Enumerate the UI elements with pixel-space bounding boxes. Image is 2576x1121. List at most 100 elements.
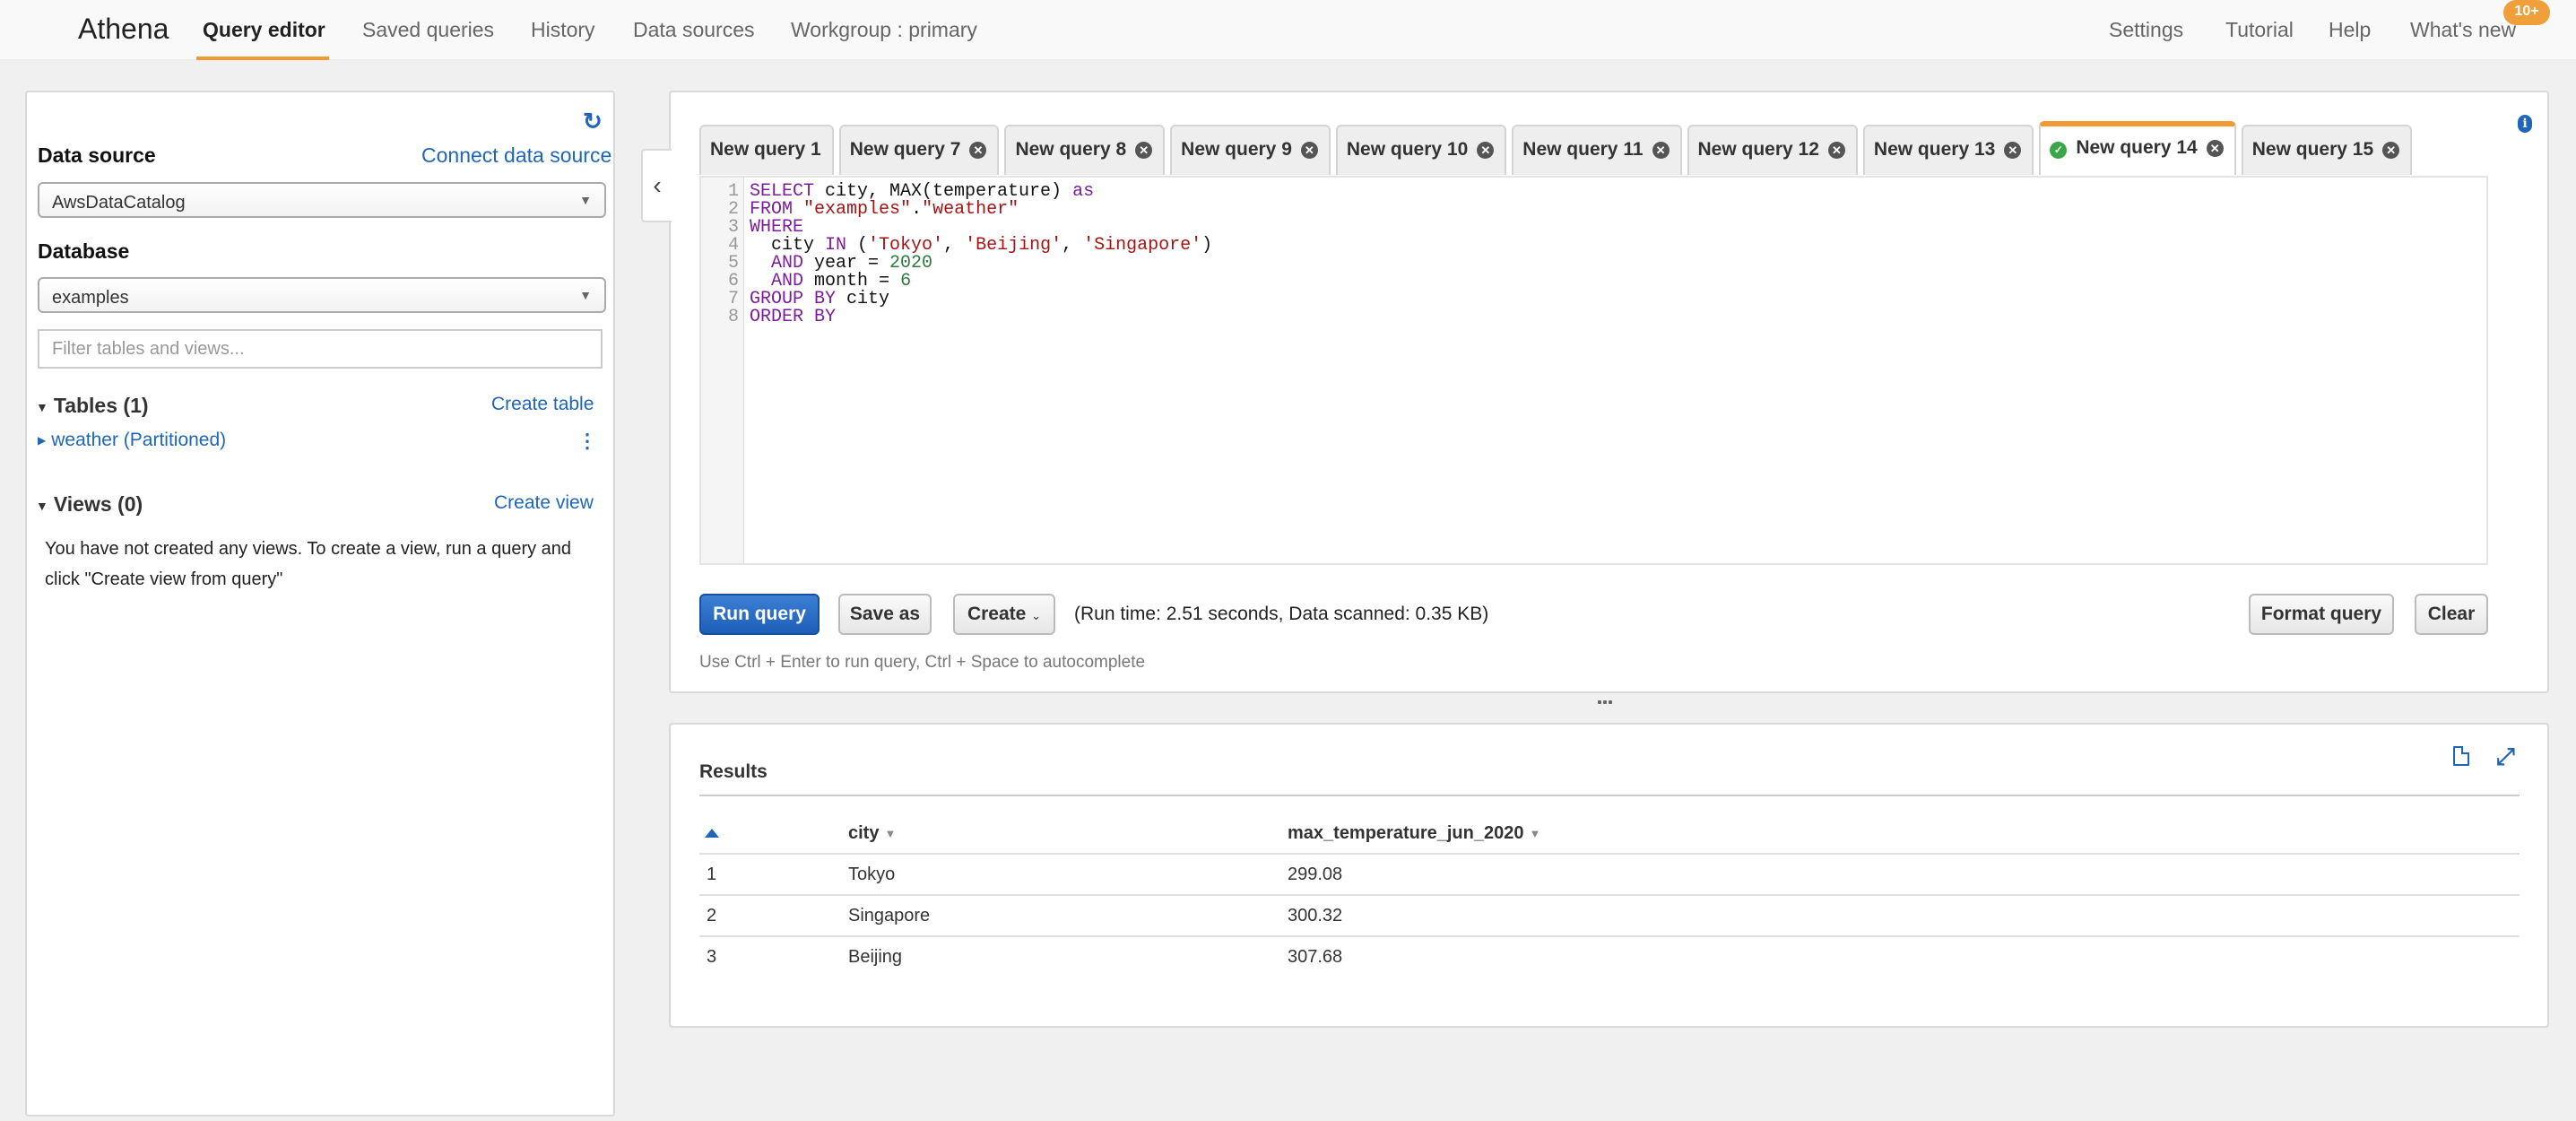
tab-label: New query 11 (1522, 139, 1644, 160)
table-options-icon[interactable]: ⋮ (577, 431, 597, 451)
views-section-header[interactable]: ▼ Views (0) (36, 492, 143, 517)
create-dropdown-button[interactable]: Create ⌄ (953, 594, 1055, 635)
tab-new-query-8[interactable]: New query 8 ✕ (1004, 125, 1166, 175)
code-text: AND month = 6 (771, 271, 912, 291)
create-table-link[interactable]: Create table (491, 394, 594, 415)
database-select[interactable]: examples ▼ (38, 277, 606, 313)
run-info-text: (Run time: 2.51 seconds, Data scanned: 0… (1074, 604, 1489, 624)
tab-new-query-13[interactable]: New query 13 ✕ (1862, 125, 2034, 175)
sort-caret-icon: ▼ (1529, 827, 1541, 841)
nav-saved-queries[interactable]: Saved queries (362, 18, 494, 42)
tab-new-query-10[interactable]: New query 10 ✕ (1335, 125, 1507, 175)
collapse-sidebar-button[interactable]: ‹ (641, 149, 672, 222)
tab-new-query-11[interactable]: New query 11 ✕ (1512, 125, 1682, 175)
info-icon[interactable]: i (2518, 115, 2532, 133)
close-tab-icon[interactable]: ✕ (1135, 142, 1153, 159)
expand-icon[interactable]: ⤢ (2496, 744, 2520, 768)
active-nav-indicator (196, 56, 329, 60)
chevron-down-icon: ⌄ (1031, 609, 1042, 622)
nav-settings[interactable]: Settings (2109, 18, 2183, 42)
nav-tutorial[interactable]: Tutorial (2225, 18, 2294, 42)
format-query-button[interactable]: Format query (2249, 594, 2394, 635)
tables-header-text: Tables (1) (53, 394, 149, 417)
cell-city: Singapore (848, 906, 931, 925)
code-text: GROUP BY city (750, 289, 890, 309)
line-number: 4 (727, 235, 739, 256)
column-header-max-temperature[interactable]: max_temperature_jun_2020 ▼ (1288, 823, 1540, 844)
download-results-icon[interactable] (2453, 746, 2469, 766)
views-empty-message: You have not created any views. To creat… (45, 539, 572, 589)
row-number: 1 (707, 865, 717, 884)
nav-workgroup[interactable]: Workgroup : primary (791, 18, 977, 42)
line-number: 6 (727, 271, 739, 291)
code-text: ORDER BY (750, 307, 837, 327)
close-tab-icon[interactable]: ✕ (1652, 142, 1670, 159)
data-source-label: Data source (38, 143, 156, 167)
row-number: 3 (707, 947, 717, 967)
nav-history[interactable]: History (531, 18, 595, 42)
sort-caret-icon: ▼ (884, 827, 897, 841)
tab-new-query-15[interactable]: New query 15 ✕ (2241, 125, 2413, 175)
divider (699, 935, 2520, 937)
keyboard-hint: Use Ctrl + Enter to run query, Ctrl + Sp… (699, 653, 1146, 672)
tab-label: New query 13 (1873, 139, 1996, 160)
database-label: Database (38, 239, 130, 263)
line-number: 5 (727, 253, 739, 274)
nav-whats-new[interactable]: What's new (2410, 18, 2516, 42)
row-number: 2 (707, 906, 717, 925)
nav-help[interactable]: Help (2329, 18, 2371, 42)
close-tab-icon[interactable]: ✕ (1477, 142, 1495, 159)
save-as-button[interactable]: Save as (838, 594, 932, 635)
tab-label: New query 7 (849, 139, 961, 160)
brand-logo[interactable]: Athena (78, 13, 169, 46)
close-tab-icon[interactable]: ✕ (2206, 140, 2224, 157)
close-tab-icon[interactable]: ✕ (2004, 142, 2022, 159)
caret-right-icon: ▶ (38, 434, 47, 448)
column-header-city[interactable]: city ▼ (848, 823, 896, 844)
tab-new-query-9[interactable]: New query 9 ✕ (1170, 125, 1331, 175)
cell-city: Tokyo (848, 865, 896, 884)
tab-new-query-14[interactable]: ✓ New query 14 ✕ (2039, 121, 2236, 175)
line-number: 2 (727, 199, 739, 220)
close-tab-icon[interactable]: ✕ (1827, 142, 1845, 159)
line-number: 1 (727, 181, 739, 202)
code-text: SELECT city, MAX(temperature) as (750, 181, 1095, 202)
views-header-text: Views (0) (53, 492, 143, 516)
divider (699, 894, 2520, 896)
sort-ascending-icon[interactable] (705, 829, 719, 838)
cell-city: Beijing (848, 947, 903, 967)
code-text: FROM "examples"."weather" (750, 199, 1019, 220)
nav-data-sources[interactable]: Data sources (633, 18, 755, 42)
tab-new-query-12[interactable]: New query 12 ✕ (1687, 125, 1858, 175)
tab-label: New query 8 (1015, 139, 1127, 160)
close-tab-icon[interactable]: ✕ (2382, 142, 2400, 159)
refresh-icon[interactable]: ↻ (583, 109, 604, 133)
run-query-button[interactable]: Run query (699, 594, 820, 635)
filter-tables-input[interactable] (38, 329, 603, 369)
tab-label: New query 15 (2251, 139, 2374, 160)
tab-label: New query 9 (1181, 139, 1292, 160)
connect-data-source-link[interactable]: Connect data source (421, 143, 611, 168)
database-value: examples (52, 288, 129, 308)
line-number: 3 (727, 217, 739, 238)
chevron-down-icon: ▼ (579, 288, 592, 302)
tables-section-header[interactable]: ▼ Tables (1) (36, 394, 149, 418)
top-nav: Athena Query editor Saved queries Histor… (0, 0, 2576, 61)
tab-new-query-7[interactable]: New query 7 ✕ (838, 125, 1000, 175)
success-check-icon: ✓ (2050, 142, 2068, 159)
sql-editor[interactable]: 1 SELECT city, MAX(temperature) as 2 FROM … (699, 176, 2488, 565)
close-tab-icon[interactable]: ✕ (1300, 142, 1318, 159)
nav-query-editor[interactable]: Query editor (203, 18, 325, 42)
tab-label: New query 1 (710, 139, 821, 160)
tab-new-query-1[interactable]: New query 1 (699, 125, 834, 175)
clear-button[interactable]: Clear (2415, 594, 2488, 635)
caret-down-icon: ▼ (36, 498, 48, 513)
panel-resize-handle[interactable] (1598, 700, 1612, 706)
data-source-select[interactable]: AwsDataCatalog ▼ (38, 182, 606, 218)
create-label: Create (967, 604, 1027, 624)
query-tabs: New query 1 New query 7 ✕ New query 8 ✕ Ne… (699, 121, 2413, 176)
close-tab-icon[interactable]: ✕ (969, 142, 987, 159)
table-item-weather[interactable]: ▶ weather (Partitioned) (38, 430, 226, 451)
table-item-label: weather (Partitioned) (51, 430, 227, 450)
create-view-link[interactable]: Create view (494, 492, 594, 514)
